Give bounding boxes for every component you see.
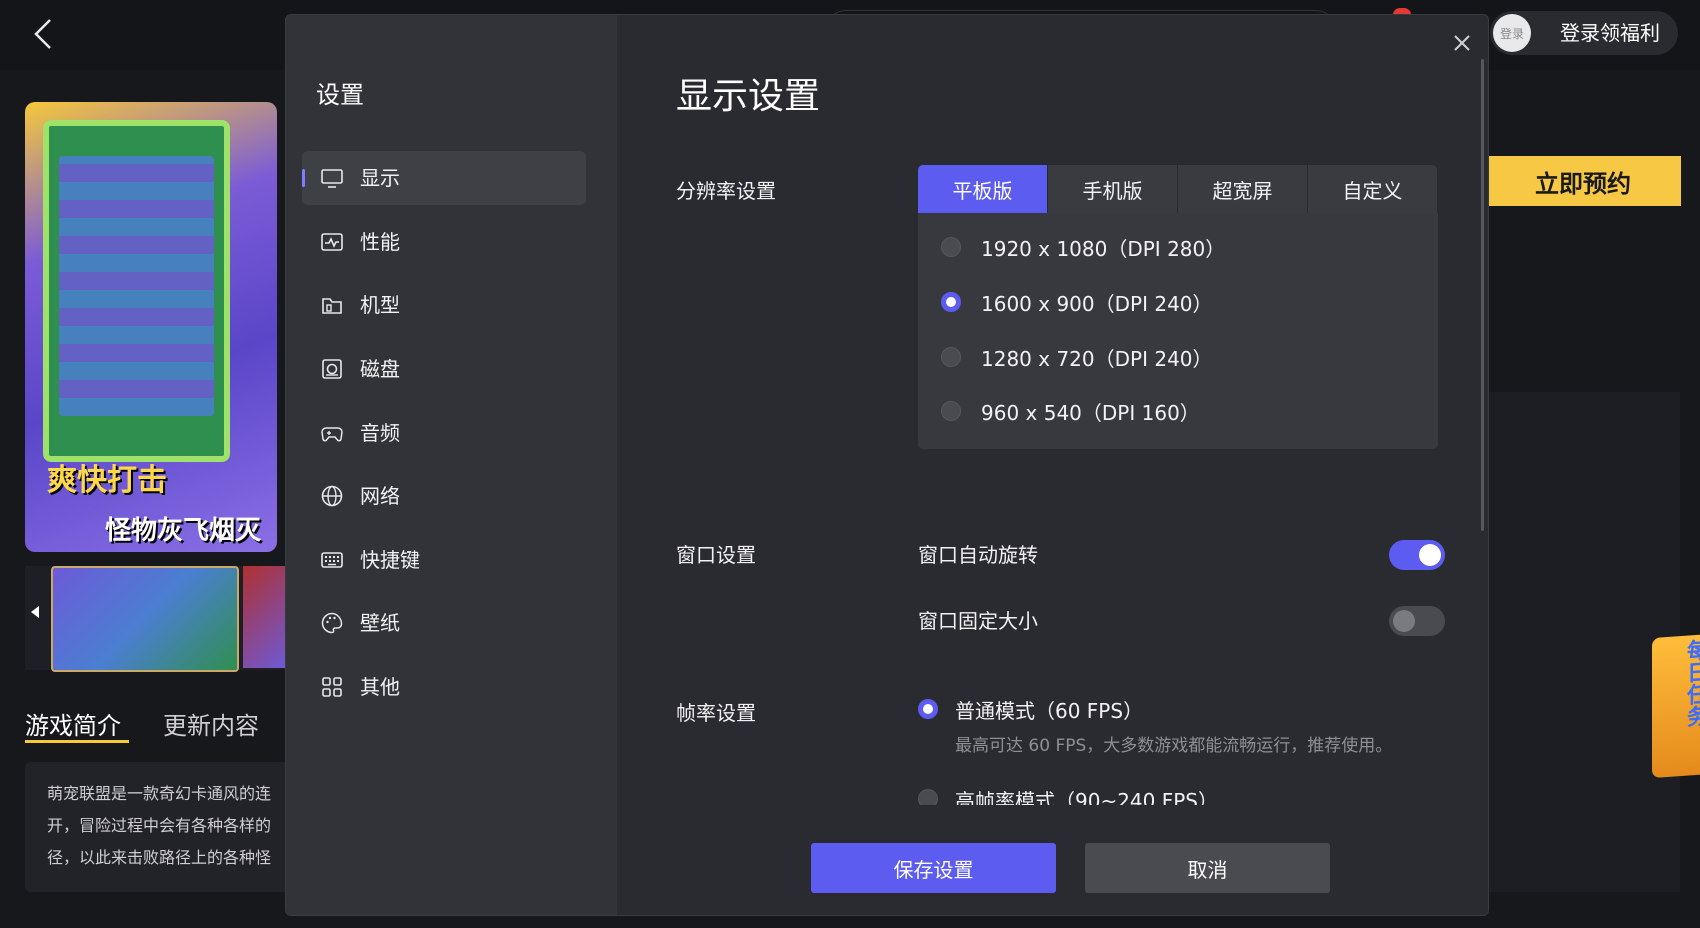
- globe-icon: [321, 485, 343, 507]
- fps-high-radio[interactable]: [918, 789, 938, 805]
- page-title: 显示设置: [676, 76, 821, 117]
- description-text: 萌宠联盟是一款奇幻卡通风的连 开，冒险过程中会有各种各样的 径，以此来击败路径上…: [47, 784, 272, 867]
- login-label: 登录领福利: [1560, 21, 1660, 45]
- settings-content: 显示设置 分辨率设置 平板版 手机版 超宽屏 自定义 1920 x 1080（D…: [617, 15, 1488, 915]
- auto-rotate-label: 窗口自动旋转: [918, 543, 1038, 567]
- keyboard-icon: [321, 552, 343, 568]
- resolution-radio-960[interactable]: [941, 401, 961, 421]
- palette-icon: [321, 612, 343, 634]
- device-icon: [322, 298, 342, 314]
- fps-high-row: 高帧率模式（90~240 FPS）: [918, 785, 1438, 805]
- sidebar-item-shortcuts[interactable]: 快捷键: [302, 533, 586, 587]
- sidebar-item-label: 壁纸: [360, 611, 400, 635]
- resolution-label: 分辨率设置: [676, 179, 776, 203]
- sidebar-item-other[interactable]: 其他: [302, 660, 586, 714]
- resolution-radio-1920[interactable]: [941, 237, 961, 257]
- fps-normal-desc: 最高可达 60 FPS，大多数游戏都能流畅运行，推荐使用。: [955, 736, 1393, 756]
- settings-title: 设置: [316, 81, 364, 109]
- sidebar-item-label: 显示: [360, 166, 400, 190]
- tab-ultrawide[interactable]: 超宽屏: [1178, 165, 1307, 213]
- resolution-radio-1280[interactable]: [941, 347, 961, 367]
- thumbnail[interactable]: [243, 566, 287, 668]
- gamepad-icon: [321, 427, 343, 442]
- resolution-radio-1600[interactable]: [941, 292, 961, 312]
- right-panel: [1485, 392, 1680, 892]
- sidebar-item-performance[interactable]: 性能: [302, 215, 586, 269]
- save-button[interactable]: 保存设置: [811, 843, 1056, 893]
- tab-tablet[interactable]: 平板版: [918, 165, 1047, 213]
- tab-active-underline: [25, 740, 129, 743]
- daily-task-badge[interactable]: 每日任务: [1652, 633, 1700, 779]
- thumbnail-selected[interactable]: [51, 566, 239, 672]
- sidebar-item-label: 性能: [360, 230, 400, 254]
- disk-icon: [322, 359, 342, 379]
- settings-sidebar: 设置 显示 性能 机型 磁盘 音频 网络 快捷键 壁纸 其他: [286, 15, 617, 915]
- window-label: 窗口设置: [676, 543, 756, 567]
- active-indicator: [302, 169, 305, 187]
- cover-slogan-2: 怪物灰飞烟灭: [105, 516, 262, 546]
- sidebar-item-label: 机型: [360, 293, 400, 317]
- fps-normal-label: 普通模式（60 FPS）: [955, 699, 1144, 723]
- sidebar-item-network[interactable]: 网络: [302, 469, 586, 523]
- tab-custom[interactable]: 自定义: [1308, 165, 1437, 213]
- sidebar-item-disk[interactable]: 磁盘: [302, 342, 586, 396]
- sidebar-item-audio[interactable]: 音频: [302, 406, 586, 460]
- tab-intro[interactable]: 游戏简介: [25, 706, 121, 741]
- sidebar-item-device[interactable]: 机型: [302, 278, 586, 332]
- fps-high-label: 高帧率模式（90~240 FPS）: [955, 789, 1218, 805]
- tab-phone[interactable]: 手机版: [1048, 165, 1177, 213]
- auto-rotate-toggle[interactable]: [1389, 540, 1445, 570]
- cancel-button[interactable]: 取消: [1085, 843, 1330, 893]
- fixed-size-label: 窗口固定大小: [918, 609, 1038, 633]
- game-cover-image[interactable]: 爽快打击 怪物灰飞烟灭: [25, 102, 277, 552]
- toggle-knob: [1419, 544, 1441, 566]
- settings-dialog: 设置 显示 性能 机型 磁盘 音频 网络 快捷键 壁纸 其他 显示设置 分辨率设…: [285, 14, 1489, 916]
- resolution-tabs: 平板版 手机版 超宽屏 自定义: [918, 165, 1438, 213]
- resolution-options: 1920 x 1080（DPI 280） 1600 x 900（DPI 240）…: [918, 213, 1438, 449]
- resolution-option-label: 1920 x 1080（DPI 280）: [981, 237, 1226, 261]
- reserve-button[interactable]: 立即预约: [1485, 156, 1681, 206]
- toggle-knob: [1393, 610, 1415, 632]
- cover-game-board: [59, 156, 214, 416]
- grid-icon: [322, 677, 342, 697]
- sidebar-item-label: 音频: [360, 421, 400, 445]
- daily-task-label: 每日任务: [1683, 638, 1700, 728]
- sidebar-item-wallpaper[interactable]: 壁纸: [302, 596, 586, 650]
- cover-phone-frame: [43, 120, 230, 462]
- sidebar-item-label: 其他: [360, 675, 400, 699]
- thumbnail-strip: [25, 566, 287, 672]
- resolution-option-label: 960 x 540（DPI 160）: [981, 401, 1200, 425]
- fixed-size-toggle[interactable]: [1389, 606, 1445, 636]
- sidebar-item-label: 磁盘: [360, 357, 400, 381]
- sidebar-item-display[interactable]: 显示: [302, 151, 586, 205]
- performance-icon: [321, 233, 343, 251]
- sidebar-item-label: 网络: [360, 484, 400, 508]
- sidebar-item-label: 快捷键: [360, 548, 420, 572]
- tab-updates[interactable]: 更新内容: [163, 706, 259, 741]
- back-arrow-icon[interactable]: [30, 16, 58, 52]
- framerate-label: 帧率设置: [676, 701, 756, 725]
- cover-slogan: 爽快打击: [47, 463, 167, 498]
- resolution-option-label: 1280 x 720（DPI 240）: [981, 347, 1213, 371]
- fps-normal-radio[interactable]: [918, 699, 938, 719]
- login-button[interactable]: 登录 登录领福利: [1490, 11, 1678, 55]
- resolution-option-label: 1600 x 900（DPI 240）: [981, 292, 1213, 316]
- thumb-prev-icon[interactable]: [31, 606, 39, 618]
- avatar: 登录: [1493, 14, 1531, 52]
- monitor-icon: [321, 169, 343, 188]
- description-box: 萌宠联盟是一款奇幻卡通风的连 开，冒险过程中会有各种各样的 径，以此来击败路径上…: [25, 762, 295, 892]
